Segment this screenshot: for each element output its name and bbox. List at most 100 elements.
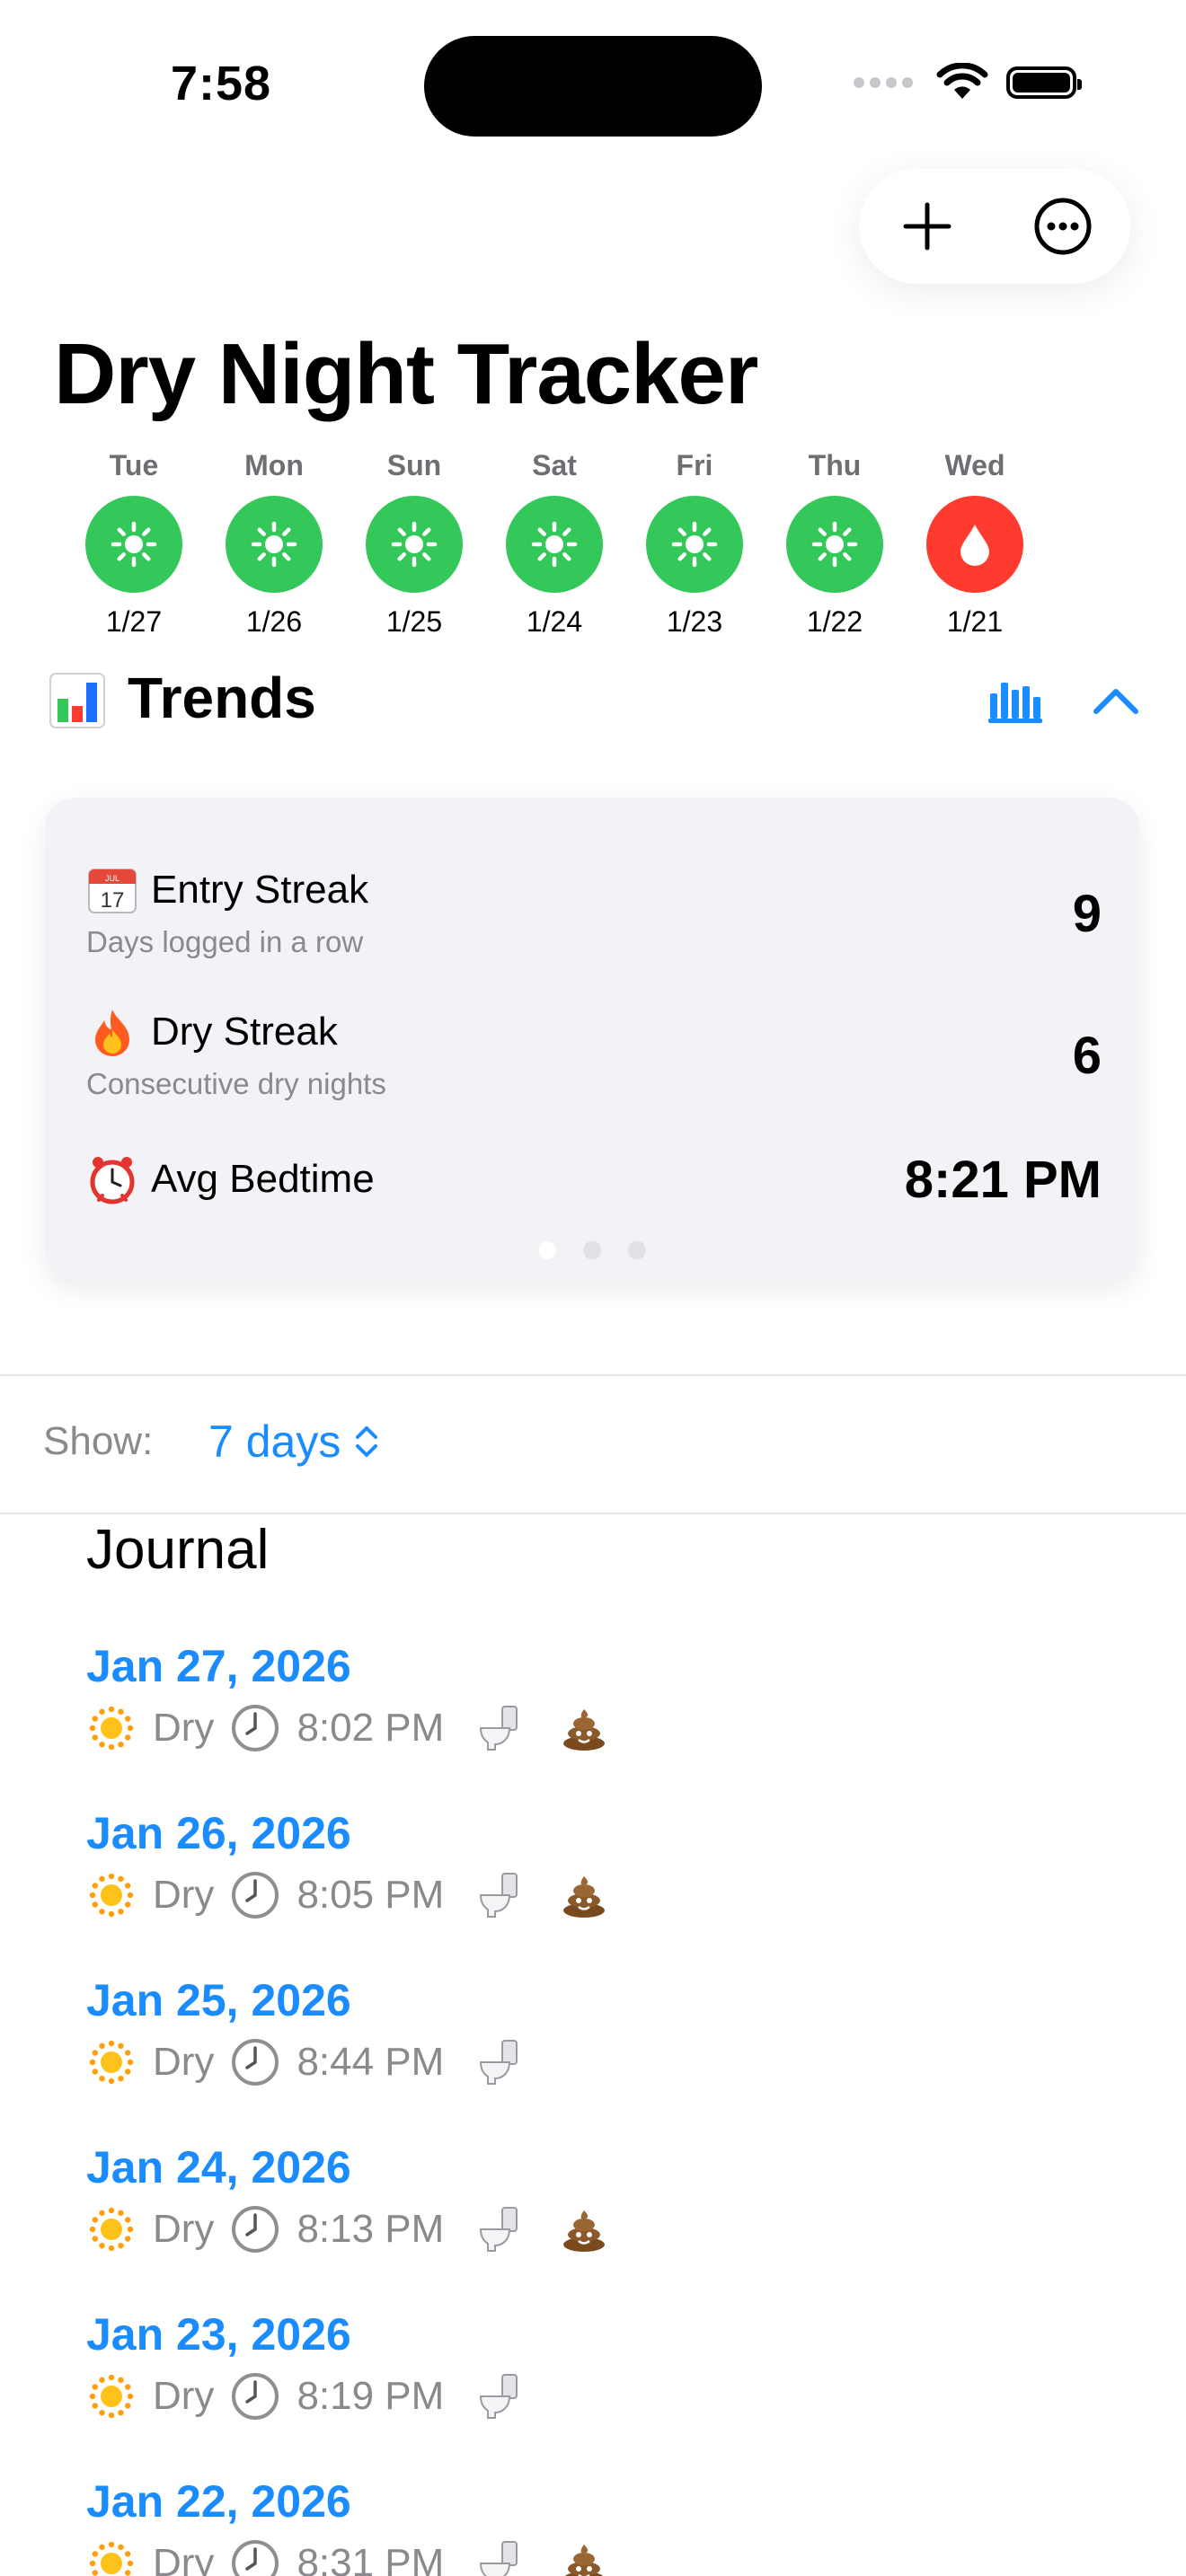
- day-status-circle[interactable]: [506, 496, 603, 593]
- poop-icon: [563, 1709, 606, 1751]
- clock-icon: [232, 1705, 279, 1751]
- day-date: 1/23: [666, 605, 723, 638]
- collapse-button[interactable]: [1091, 677, 1141, 724]
- stat-label: Dry Streak: [151, 1010, 338, 1054]
- stat-value: 6: [1072, 1027, 1102, 1085]
- chart-view-button[interactable]: [987, 677, 1044, 724]
- stat-subtitle: Days logged in a row: [86, 925, 364, 958]
- day-name: Sat: [532, 449, 577, 481]
- entry-date[interactable]: Jan 26, 2026: [86, 1807, 1075, 1859]
- day-status-circle[interactable]: [85, 496, 182, 593]
- entry-details: Dry 8:31 PM: [86, 2538, 1075, 2576]
- entry-details: Dry 8:02 PM: [86, 1703, 1075, 1753]
- sun-icon: [251, 521, 297, 568]
- show-label: Show:: [43, 1419, 154, 1463]
- entry-date[interactable]: Jan 25, 2026: [86, 1974, 1075, 2026]
- screen: 7:58 Dry Night Tracker Tue 1/27 Mon 1/26 S: [0, 0, 1186, 2576]
- status-time: 7:58: [171, 57, 272, 110]
- sun-emoji-icon: [89, 2374, 134, 2419]
- page-indicator[interactable]: [45, 1241, 1139, 1259]
- stat-dry-streak: Dry Streak Consecutive dry nights 6: [86, 1006, 1102, 1101]
- page-dot[interactable]: [538, 1241, 556, 1259]
- day-status-circle[interactable]: [926, 496, 1023, 593]
- sun-icon: [811, 521, 858, 568]
- day-sun[interactable]: Sun 1/25: [365, 449, 464, 639]
- day-status-circle[interactable]: [226, 496, 323, 593]
- more-button[interactable]: [1022, 186, 1103, 267]
- sun-emoji-icon: [89, 2207, 134, 2252]
- day-status-circle[interactable]: [786, 496, 883, 593]
- day-thu[interactable]: Thu 1/22: [785, 449, 884, 639]
- toolbar: [859, 169, 1130, 284]
- entry-date[interactable]: Jan 24, 2026: [86, 2141, 1075, 2193]
- journal-entry[interactable]: Jan 26, 2026 Dry 8:05 PM: [86, 1807, 1075, 1920]
- day-wed[interactable]: Wed 1/21: [925, 449, 1024, 639]
- trends-title: Trends: [128, 666, 316, 730]
- chevron-up-down-icon: [356, 1426, 378, 1457]
- day-sat[interactable]: Sat 1/24: [505, 449, 604, 639]
- journal-entry[interactable]: Jan 27, 2026 Dry 8:02 PM: [86, 1640, 1075, 1753]
- range-picker[interactable]: 7 days: [208, 1416, 380, 1468]
- entry-details: Dry 8:05 PM: [86, 1870, 1075, 1920]
- journal-entry[interactable]: Jan 24, 2026 Dry 8:13 PM: [86, 2141, 1075, 2254]
- day-date: 1/21: [946, 605, 1004, 638]
- range-picker-value: 7 days: [208, 1416, 341, 1467]
- wifi-icon: [936, 63, 988, 99]
- calendar-day-text: 17: [101, 888, 125, 913]
- clock-icon: [232, 2540, 279, 2576]
- day-tue[interactable]: Tue 1/27: [84, 449, 183, 639]
- clock-icon: [232, 2039, 279, 2086]
- entry-status: Dry: [153, 2541, 215, 2576]
- divider: [0, 1513, 1186, 1514]
- entry-bedtime: 8:05 PM: [296, 1873, 445, 1917]
- entry-bedtime: 8:02 PM: [296, 1706, 445, 1750]
- poop-icon: [564, 2545, 604, 2576]
- chart-bar-icon: [988, 683, 1042, 723]
- stat-subtitle: Consecutive dry nights: [86, 1067, 386, 1100]
- day-fri[interactable]: Fri 1/23: [645, 449, 744, 639]
- sun-icon: [391, 521, 438, 568]
- day-date: 1/27: [105, 605, 163, 638]
- toilet-icon: [480, 2040, 518, 2085]
- stat-avg-bedtime: Avg Bedtime 8:21 PM: [86, 1151, 1102, 1209]
- chevron-up-icon: [1093, 689, 1138, 714]
- stat-value: 9: [1072, 885, 1102, 943]
- day-name: Wed: [944, 449, 1005, 481]
- trends-header: Trends: [49, 665, 1145, 737]
- page-dot[interactable]: [628, 1241, 646, 1259]
- entry-date[interactable]: Jan 22, 2026: [86, 2475, 1075, 2527]
- day-name: Tue: [109, 449, 159, 481]
- entry-details: Dry 8:13 PM: [86, 2204, 1075, 2254]
- stat-label: Entry Streak: [151, 868, 369, 912]
- entry-status: Dry: [153, 2040, 215, 2084]
- entry-bedtime: 8:19 PM: [296, 2374, 445, 2418]
- day-date: 1/24: [526, 605, 583, 638]
- day-status-circle[interactable]: [646, 496, 743, 593]
- calendar-icon: JUL 17: [86, 864, 138, 916]
- entry-status: Dry: [153, 2374, 215, 2418]
- journal-entry[interactable]: Jan 23, 2026 Dry 8:19 PM: [86, 2308, 1075, 2422]
- entry-details: Dry 8:44 PM: [86, 2037, 1075, 2087]
- page-dot[interactable]: [583, 1241, 601, 1259]
- day-mon[interactable]: Mon 1/26: [225, 449, 323, 639]
- status-icons: [854, 63, 1082, 102]
- fire-icon: [86, 1006, 138, 1058]
- journal-entry[interactable]: Jan 25, 2026 Dry 8:44 PM: [86, 1974, 1075, 2087]
- entry-status: Dry: [153, 2207, 215, 2251]
- entry-date[interactable]: Jan 23, 2026: [86, 2308, 1075, 2360]
- add-button[interactable]: [887, 186, 968, 267]
- day-date: 1/26: [245, 605, 303, 638]
- toilet-icon: [480, 2207, 518, 2252]
- day-status-circle[interactable]: [366, 496, 463, 593]
- stat-entry-streak: JUL 17 Entry Streak Days logged in a row…: [86, 864, 1102, 959]
- day-name: Fri: [676, 449, 713, 481]
- entry-date[interactable]: Jan 27, 2026: [86, 1640, 1075, 1692]
- entry-bedtime: 8:13 PM: [296, 2207, 445, 2251]
- poop-icon: [563, 1876, 606, 1918]
- day-name: Mon: [244, 449, 304, 481]
- sun-icon: [531, 521, 578, 568]
- stats-card[interactable]: JUL 17 Entry Streak Days logged in a row…: [45, 798, 1139, 1281]
- sun-icon: [671, 521, 718, 568]
- plus-icon: [903, 202, 951, 251]
- journal-entry[interactable]: Jan 22, 2026 Dry 8:31 PM: [86, 2475, 1075, 2576]
